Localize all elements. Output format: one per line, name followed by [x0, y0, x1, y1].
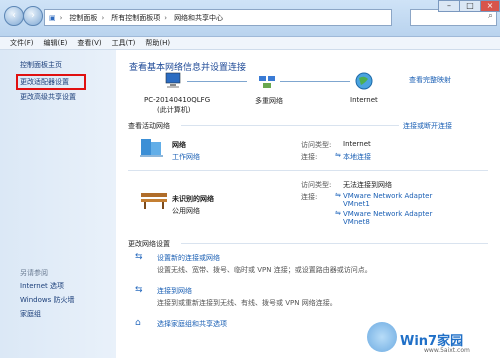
- menu-bar: 文件(F) 编辑(E) 查看(V) 工具(T) 帮助(H): [0, 37, 500, 50]
- map-connector: [187, 81, 247, 82]
- sidebar: 控制面板主页 更改适配器设置 更改高级共享设置 另请参阅 Internet 选项…: [0, 50, 116, 358]
- task-homegroup-link[interactable]: 选择家庭组和共享选项: [157, 319, 227, 329]
- see-also-homegroup[interactable]: 家庭组: [20, 309, 41, 319]
- homegroup-icon: ⌂: [135, 318, 141, 328]
- map-multi-network: 多重网络: [255, 97, 283, 105]
- network2-name: 未识别的网络: [172, 195, 214, 203]
- map-internet: Internet: [350, 96, 378, 104]
- network2-type: 公用网络: [172, 207, 200, 215]
- connect-network-icon: ⇆: [135, 285, 143, 295]
- menu-help[interactable]: 帮助(H): [145, 38, 170, 48]
- minimize-button[interactable]: –: [438, 0, 460, 12]
- address-bar-area: ‹ › ▣ › 控制面板 › 所有控制面板项 › 网络和共享中心 ⌕ – □ ×: [0, 0, 500, 37]
- menu-tools[interactable]: 工具(T): [112, 38, 136, 48]
- map-pc-sub: (此计算机): [157, 106, 191, 114]
- bench-icon: [141, 193, 167, 209]
- work-network-icon: [140, 139, 163, 157]
- sidebar-item-adapter-settings[interactable]: 更改适配器设置: [20, 77, 69, 87]
- menu-edit[interactable]: 编辑(E): [44, 38, 68, 48]
- network1-type-link[interactable]: 工作网络: [172, 152, 200, 162]
- task-connect-network-link[interactable]: 连接到网络: [157, 286, 192, 296]
- sidebar-home-link[interactable]: 控制面板主页: [20, 60, 62, 70]
- multi-network-icon: [259, 76, 275, 88]
- network1-name: 网络: [172, 141, 186, 149]
- close-button[interactable]: ×: [480, 0, 500, 12]
- sidebar-item-advanced-sharing[interactable]: 更改高级共享设置: [20, 92, 76, 102]
- globe-icon: [355, 72, 373, 90]
- breadcrumb-network-center[interactable]: 网络和共享中心: [174, 13, 223, 23]
- see-also-firewall[interactable]: Windows 防火墙: [20, 295, 74, 305]
- network1-conn-label: 连接:: [301, 153, 318, 161]
- active-networks-heading: 查看活动网络: [128, 122, 170, 130]
- divider: [181, 243, 488, 244]
- network2-conn-link-vmnet8[interactable]: VMware Network Adapter VMnet8: [343, 210, 453, 226]
- adapter-icon: ⇋: [335, 191, 341, 199]
- task-new-connection-link[interactable]: 设置新的连接或网络: [157, 253, 220, 263]
- see-also-heading: 另请参阅: [20, 269, 48, 277]
- task-connect-network-desc: 连接到或重新连接到无线、有线、拨号或 VPN 网络连接。: [157, 299, 337, 307]
- new-connection-icon: ⇆: [135, 252, 143, 262]
- network2-conn-label: 连接:: [301, 193, 318, 201]
- network2-conn-link-vmnet1[interactable]: VMware Network Adapter VMnet1: [343, 192, 453, 208]
- adapter-icon: ⇋: [335, 209, 341, 217]
- map-pc-name: PC-20140410QLFG: [144, 96, 211, 104]
- network1-conn-link[interactable]: 本地连接: [343, 152, 371, 162]
- watermark-url: www.5aixt.com: [424, 347, 470, 354]
- maximize-button[interactable]: □: [459, 0, 481, 12]
- network1-access-value: Internet: [343, 140, 371, 148]
- divider: [128, 170, 488, 171]
- map-connector: [280, 81, 350, 82]
- ethernet-icon: ⇋: [335, 151, 341, 159]
- breadcrumb-all-items[interactable]: 所有控制面板项: [111, 13, 160, 23]
- network1-access-label: 访问类型:: [301, 141, 332, 149]
- full-map-link[interactable]: 查看完整映射: [409, 75, 451, 85]
- forward-button[interactable]: ›: [23, 6, 43, 26]
- search-icon: ⌕: [487, 11, 493, 21]
- network2-access-value: 无法连接到网络: [343, 181, 392, 189]
- page-title: 查看基本网络信息并设置连接: [129, 63, 247, 73]
- connect-disconnect-link[interactable]: 连接或断开连接: [403, 121, 452, 131]
- back-button[interactable]: ‹: [4, 6, 24, 26]
- network2-access-label: 访问类型:: [301, 181, 332, 189]
- change-settings-heading: 更改网络设置: [128, 240, 170, 248]
- main-panel: 查看基本网络信息并设置连接 查看完整映射 PC-20140410QLFG (此计…: [117, 50, 500, 358]
- watermark-logo-icon: [367, 322, 397, 352]
- divider: [181, 125, 399, 126]
- computer-icon: [165, 72, 181, 88]
- task-new-connection-desc: 设置无线、宽带、拨号、临时或 VPN 连接；或设置路由器或访问点。: [157, 266, 372, 274]
- address-bar[interactable]: ▣ › 控制面板 › 所有控制面板项 › 网络和共享中心: [44, 9, 392, 26]
- menu-view[interactable]: 查看(V): [77, 38, 101, 48]
- menu-file[interactable]: 文件(F): [10, 38, 34, 48]
- breadcrumb-control-panel[interactable]: 控制面板: [69, 13, 97, 23]
- see-also-internet-options[interactable]: Internet 选项: [20, 281, 64, 291]
- network-folder-icon: ▣: [49, 13, 56, 22]
